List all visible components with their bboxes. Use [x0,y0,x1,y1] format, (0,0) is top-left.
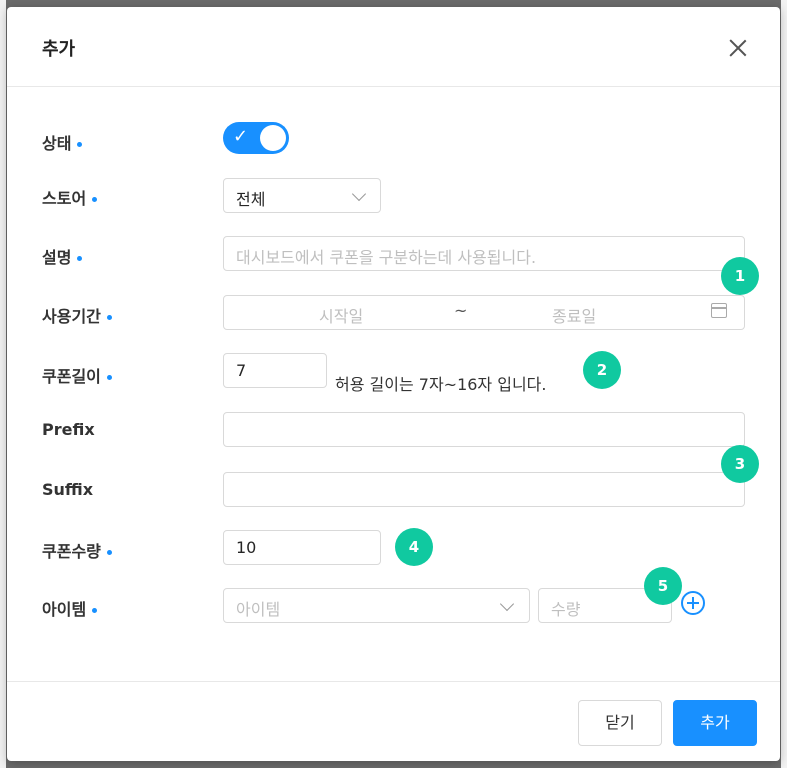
coupon-length-hint: 허용 길이는 7자~16자 입니다. [335,375,547,394]
close-button[interactable]: 닫기 [578,700,662,746]
coupon-length-label-text: 쿠폰길이 [42,367,101,386]
suffix-input[interactable] [223,472,745,507]
coupon-count-label-text: 쿠폰수량 [42,542,101,561]
coupon-length-label: 쿠폰길이 [42,363,112,387]
annotation-badge-1: 1 [721,257,759,295]
toggle-knob [260,125,286,151]
item-label: 아이템 [42,596,98,620]
required-dot [106,375,112,380]
chevron-down-icon [499,596,515,612]
add-button[interactable]: 추가 [673,700,757,746]
suffix-label: Suffix [42,480,93,499]
coupon-length-value: 7 [236,361,247,380]
period-range-picker[interactable]: 시작일 ~ 종료일 [223,295,745,330]
background-edge-left [0,0,6,768]
annotation-badge-3: 3 [721,445,759,483]
prefix-label: Prefix [42,420,95,439]
calendar-icon [711,303,727,318]
status-toggle[interactable]: ✓ [223,122,289,154]
required-dot [92,608,98,613]
suffix-label-text: Suffix [42,480,94,499]
coupon-length-input[interactable]: 7 [223,353,327,388]
description-label: 설명 [42,244,83,268]
modal-footer: 닫기 추가 [7,681,780,762]
status-label: 상태 [42,130,83,154]
required-dot [106,315,112,320]
description-input[interactable]: 대시보드에서 쿠폰을 구분하는데 사용됩니다. [223,236,745,271]
annotation-badge-4: 4 [395,528,433,566]
end-date-placeholder[interactable]: 종료일 [552,303,596,327]
range-separator: ~ [454,301,468,320]
item-label-text: 아이템 [42,600,87,619]
modal-header: 추가 [7,7,780,87]
annotation-badge-2: 2 [583,351,621,389]
store-select[interactable]: 전체 [223,178,381,213]
required-dot [106,550,112,555]
store-select-value: 전체 [236,190,266,209]
coupon-count-label: 쿠폰수량 [42,538,112,562]
chevron-down-icon [351,186,367,202]
annotation-badge-5: 5 [644,567,682,605]
modal-title: 추가 [42,39,76,60]
required-dot [92,197,98,202]
prefix-input[interactable] [223,412,745,447]
start-date-placeholder[interactable]: 시작일 [319,303,363,327]
item-select-placeholder: 아이템 [236,600,281,619]
store-label: 스토어 [42,185,98,209]
required-dot [77,256,83,261]
item-quantity-placeholder: 수량 [551,600,581,619]
description-label-text: 설명 [42,248,72,267]
background-edge-right [781,0,787,768]
period-label: 사용기간 [42,303,112,327]
coupon-count-value: 10 [236,538,257,557]
description-placeholder: 대시보드에서 쿠폰을 구분하는데 사용됩니다. [236,248,537,267]
add-coupon-modal: 추가 상태 ✓ 스토어 전체 설명 대시보드에서 쿠폰을 구분하는데 사용됩니다… [7,7,780,761]
period-label-text: 사용기간 [42,307,101,326]
check-icon: ✓ [233,126,249,147]
prefix-label-text: Prefix [42,420,95,439]
item-select[interactable]: 아이템 [223,588,530,623]
status-label-text: 상태 [42,134,72,153]
required-dot [77,142,83,147]
add-item-plus-icon[interactable] [681,591,705,615]
coupon-count-input[interactable]: 10 [223,530,381,565]
close-icon[interactable] [727,37,749,59]
store-label-text: 스토어 [42,189,87,208]
